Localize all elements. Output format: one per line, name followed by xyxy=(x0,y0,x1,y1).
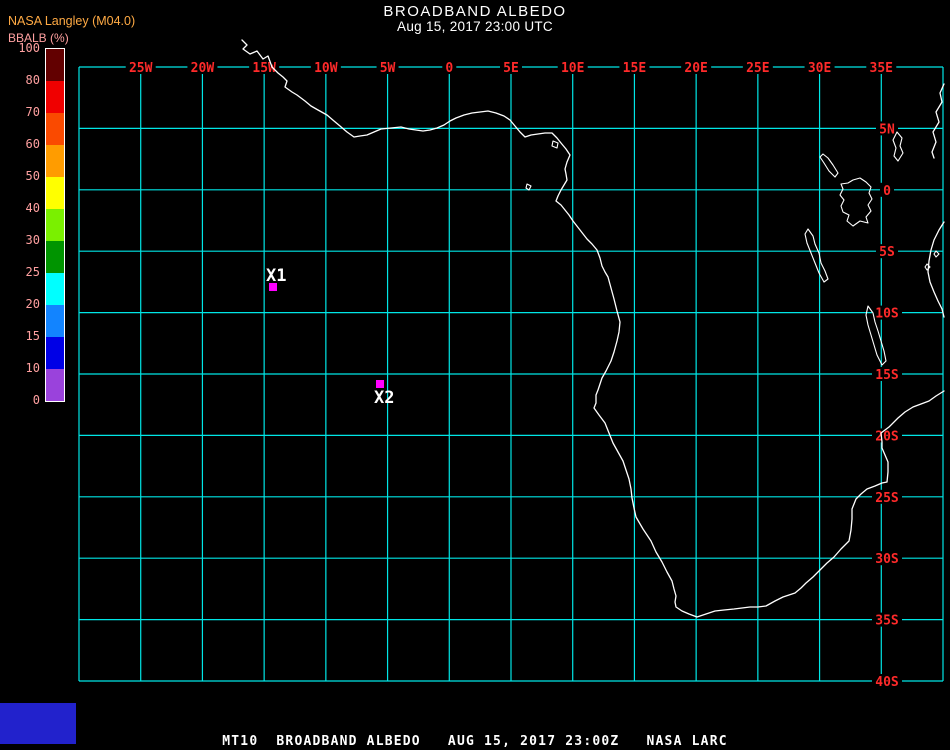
longitude-label: 15W xyxy=(252,61,276,76)
longitude-label: 35E xyxy=(870,61,893,76)
latitude-label: 10S xyxy=(875,307,899,322)
lake-outline xyxy=(892,131,904,162)
lake-outline xyxy=(933,250,940,258)
longitude-label: 20E xyxy=(684,61,707,76)
marker-label: X1 xyxy=(266,266,286,286)
marker-point xyxy=(376,380,384,388)
latitude-label: 30S xyxy=(875,552,899,567)
coastline xyxy=(927,221,945,318)
map-canvas: 25W 20W 15W 10W 5W 0 5E 10E 15E 20E 25E 30E 35E 5N 0 5S… xyxy=(78,39,945,690)
lake-outline xyxy=(804,228,829,283)
status-bar-text: MT10 BROADBAND ALBEDO AUG 15, 2017 23:00… xyxy=(222,734,728,749)
longitude-label: 5E xyxy=(503,61,519,76)
longitude-label: 10W xyxy=(314,61,338,76)
latitude-label: 5N xyxy=(879,122,895,137)
latitude-label: 35S xyxy=(875,614,899,629)
lake-outline xyxy=(525,183,532,191)
longitude-label: 5W xyxy=(380,61,396,76)
lake-outline xyxy=(819,153,839,178)
longitude-label: 25E xyxy=(746,61,769,76)
coastline xyxy=(931,83,945,159)
longitude-label: 10E xyxy=(561,61,584,76)
longitude-label: 30E xyxy=(808,61,831,76)
latitude-label: 25S xyxy=(875,491,899,506)
lake-outline xyxy=(839,177,873,227)
longitude-label: 25W xyxy=(129,61,153,76)
longitude-label: 15E xyxy=(623,61,646,76)
latitude-label: 15S xyxy=(875,368,899,383)
latitude-label: 40S xyxy=(875,675,899,690)
lake-outline xyxy=(551,140,559,149)
latitude-label: 20S xyxy=(875,429,899,444)
marker-label: X2 xyxy=(374,388,394,408)
latitude-label: 0 xyxy=(883,184,891,199)
coastline xyxy=(241,39,945,618)
albedo-map-app: NASA Langley (M04.0) BBALB (%) BROADBAND… xyxy=(0,0,950,750)
longitude-label: 0 xyxy=(445,61,453,76)
latitude-label: 5S xyxy=(879,245,895,260)
longitude-label: 20W xyxy=(191,61,215,76)
